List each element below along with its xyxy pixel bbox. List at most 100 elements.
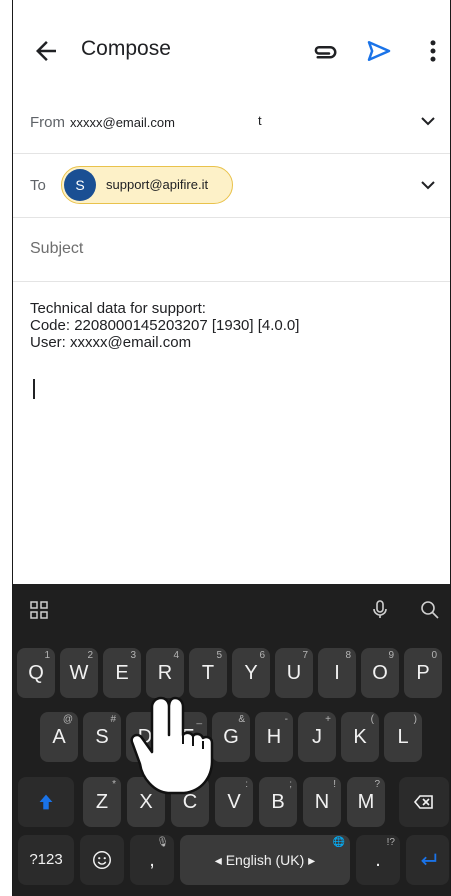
key-o[interactable]: O9 xyxy=(361,648,399,698)
symbols-key[interactable]: ?123 xyxy=(18,835,74,885)
subject-input[interactable]: Subject xyxy=(30,240,83,258)
key-h[interactable]: H- xyxy=(255,712,293,762)
key-u[interactable]: U7 xyxy=(275,648,313,698)
body-line: User: xxxxx@email.com xyxy=(30,334,192,351)
key-hint: ! xyxy=(333,779,336,790)
to-label: To xyxy=(30,177,46,194)
backspace-key[interactable] xyxy=(399,777,449,827)
key-label: Q xyxy=(28,662,44,684)
key-label: J xyxy=(312,726,322,748)
key-b[interactable]: B; xyxy=(259,777,297,827)
send-button[interactable] xyxy=(364,36,394,66)
space-key[interactable]: ◂ English (UK) ▸ 🌐 xyxy=(180,835,350,885)
send-icon xyxy=(367,41,391,61)
key-hint: 5 xyxy=(216,650,222,661)
key-i[interactable]: I8 xyxy=(318,648,356,698)
to-row[interactable]: To S support@apifire.it xyxy=(13,154,450,218)
key-label: B xyxy=(271,791,285,813)
from-label: From xyxy=(30,114,65,131)
enter-icon xyxy=(420,853,436,866)
key-l[interactable]: L) xyxy=(384,712,422,762)
key-hint: 6 xyxy=(259,650,265,661)
enter-key[interactable] xyxy=(406,835,449,885)
key-hint: 2 xyxy=(87,650,93,661)
period-key[interactable]: . !? xyxy=(356,835,400,885)
subject-row[interactable]: Subject xyxy=(13,218,450,282)
key-label: U xyxy=(286,662,302,684)
key-y[interactable]: Y6 xyxy=(232,648,270,698)
key-label: S xyxy=(95,726,109,748)
grid-menu-icon[interactable] xyxy=(27,598,51,622)
key-hint: ; xyxy=(289,779,292,790)
recipient-email: support@apifire.it xyxy=(106,177,209,192)
from-row[interactable]: From xxxxx@email.com t xyxy=(13,88,450,154)
key-label: E xyxy=(115,662,129,684)
from-extra-text: t xyxy=(258,113,262,128)
key-q[interactable]: Q1 xyxy=(17,648,55,698)
key-hint: 3 xyxy=(130,650,136,661)
keyboard: Q1W2E3R4T5Y6U7I8O9P0 A@S#DF_G&H-J+K(L) Z… xyxy=(13,584,450,896)
key-hint: + xyxy=(325,714,331,725)
key-p[interactable]: P0 xyxy=(404,648,442,698)
key-label: N xyxy=(314,791,330,813)
key-m[interactable]: M? xyxy=(347,777,385,827)
message-body[interactable]: Technical data for support: Code: 220800… xyxy=(30,300,299,351)
key-j[interactable]: J + xyxy=(298,712,336,762)
avatar: S xyxy=(64,169,96,201)
back-button[interactable] xyxy=(31,36,61,66)
key-label: H xyxy=(266,726,282,748)
period-label: . xyxy=(375,849,381,871)
key-hint: # xyxy=(110,714,116,725)
key-hint: @ xyxy=(62,714,73,725)
key-k[interactable]: K( xyxy=(341,712,379,762)
search-icon[interactable] xyxy=(418,598,442,622)
emoji-key[interactable] xyxy=(80,835,124,885)
key-label: T xyxy=(201,662,215,684)
key-label: M xyxy=(357,791,375,813)
key-hint: 8 xyxy=(345,650,351,661)
space-label: ◂ English (UK) ▸ xyxy=(214,852,316,868)
shift-arrow-icon xyxy=(39,794,53,810)
key-z[interactable]: Z * xyxy=(83,777,121,827)
key-label: L xyxy=(397,726,409,748)
chevron-down-icon[interactable] xyxy=(416,109,440,133)
key-label: K xyxy=(353,726,367,748)
key-label: O xyxy=(372,662,388,684)
recipient-chip[interactable]: S support@apifire.it xyxy=(61,166,233,204)
key-hint: 1 xyxy=(44,650,50,661)
key-hint: : xyxy=(245,779,248,790)
more-options-button[interactable] xyxy=(418,36,448,66)
globe-icon: 🌐 xyxy=(332,837,345,848)
key-hint: ? xyxy=(374,779,380,790)
key-label: W xyxy=(69,662,89,684)
attach-button[interactable] xyxy=(309,36,339,66)
key-a[interactable]: A @ xyxy=(40,712,78,762)
comma-key[interactable]: , 🎙 xyxy=(130,835,174,885)
mic-hint-icon: 🎙 xyxy=(156,837,169,848)
key-label: P xyxy=(416,662,430,684)
key-hint: & xyxy=(238,714,245,725)
shift-key[interactable] xyxy=(18,777,74,827)
key-hint: * xyxy=(112,779,116,790)
microphone-icon[interactable] xyxy=(368,598,392,622)
backspace-icon xyxy=(413,795,433,809)
from-address: xxxxx@email.com xyxy=(70,115,175,130)
top-app-bar: Compose xyxy=(13,0,450,100)
body-line: Technical data for support: xyxy=(30,300,206,317)
tap-gesture-hand-icon xyxy=(130,696,214,795)
chevron-down-icon[interactable] xyxy=(416,173,440,197)
key-hint: - xyxy=(284,714,288,725)
key-s[interactable]: S # xyxy=(83,712,121,762)
comma-label: , xyxy=(149,849,155,871)
key-hint: 9 xyxy=(388,650,394,661)
key-label: A xyxy=(52,726,66,748)
key-w[interactable]: W2 xyxy=(60,648,98,698)
page-title: Compose xyxy=(81,37,171,60)
key-n[interactable]: N! xyxy=(303,777,341,827)
key-hint: 0 xyxy=(431,650,437,661)
paperclip-icon xyxy=(314,46,337,59)
key-hint: 4 xyxy=(173,650,179,661)
key-hint: ( xyxy=(370,714,374,725)
key-label: Z xyxy=(95,791,109,813)
arrow-back-icon xyxy=(36,41,56,61)
